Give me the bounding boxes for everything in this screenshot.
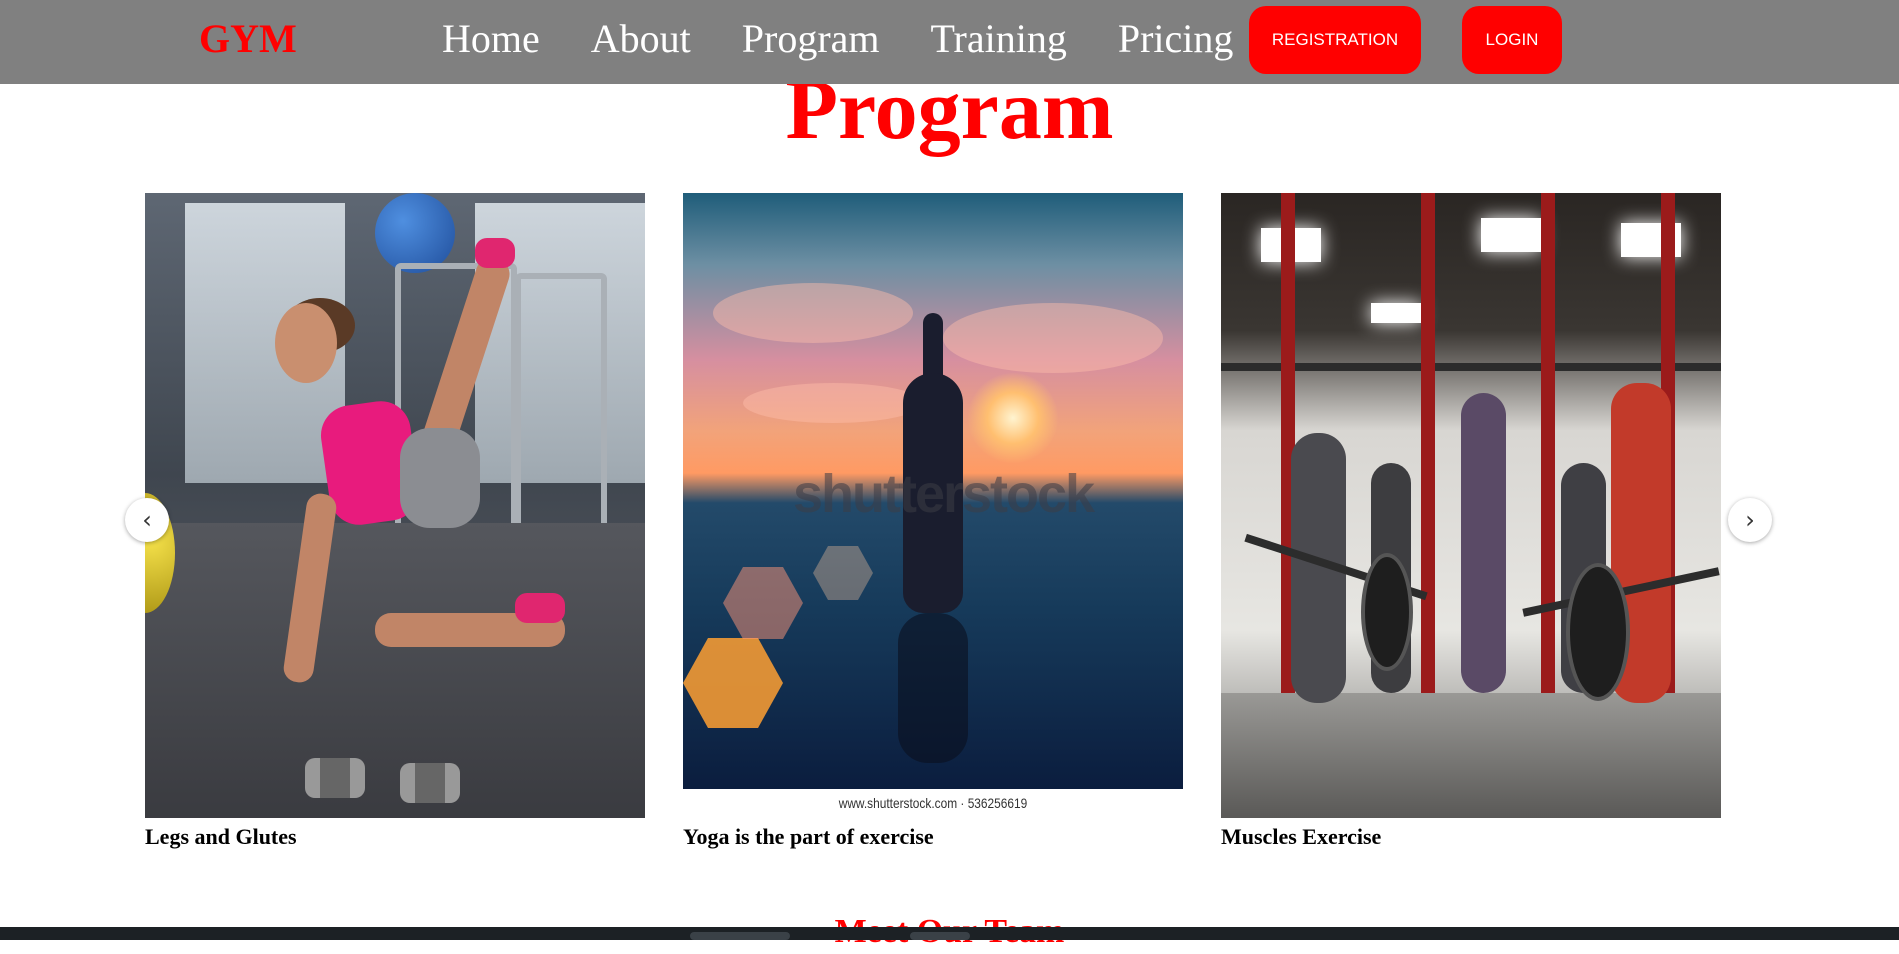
- bokeh-light: [723, 567, 803, 639]
- weight-plate: [1361, 553, 1413, 671]
- yoga-reflection: [898, 613, 968, 763]
- yoga-photo: shutterstock: [683, 193, 1183, 789]
- team-section-element: [690, 932, 790, 940]
- nav-about[interactable]: About: [591, 14, 691, 64]
- gym-machine: [515, 273, 607, 545]
- image-credit: www.shutterstock.com · 536256619: [838, 795, 1028, 811]
- nav-training[interactable]: Training: [931, 14, 1067, 64]
- dumbbell: [400, 763, 460, 803]
- card-caption: Muscles Exercise: [1221, 824, 1382, 849]
- head: [275, 303, 337, 383]
- carousel-next-button[interactable]: ›: [1728, 498, 1772, 542]
- ceiling-light: [1481, 218, 1541, 252]
- legs-glutes-image[interactable]: [145, 193, 645, 818]
- program-card-legs: Legs and Glutes: [145, 193, 645, 849]
- carousel-prev-button[interactable]: ‹: [125, 498, 169, 542]
- muscles-exercise-image[interactable]: [1221, 193, 1721, 818]
- team-section-element: [910, 932, 970, 940]
- nav-program[interactable]: Program: [742, 14, 880, 64]
- bokeh-light: [813, 546, 873, 600]
- gym-floor: [145, 523, 645, 818]
- grey-shorts: [400, 428, 480, 528]
- card-caption: Legs and Glutes: [145, 824, 297, 849]
- team-section: [0, 927, 1899, 940]
- shutterstock-watermark: shutterstock: [793, 464, 1095, 524]
- rig-pole: [1541, 193, 1555, 733]
- athlete: [1461, 393, 1506, 693]
- sun: [968, 373, 1058, 463]
- chevron-left-icon: ‹: [142, 506, 152, 534]
- cloud: [743, 383, 923, 423]
- registration-button[interactable]: REGISTRATION: [1249, 6, 1421, 74]
- rig-pole: [1421, 193, 1435, 723]
- weight-plate: [1566, 563, 1630, 701]
- ceiling-light: [1371, 303, 1421, 323]
- navbar: GYM Home About Program Training Pricing …: [0, 0, 1899, 84]
- dumbbell: [305, 758, 365, 798]
- yoga-image[interactable]: shutterstock www.shutterstock.com · 5362…: [683, 193, 1183, 818]
- bokeh-light: [683, 638, 783, 728]
- nav-pricing[interactable]: Pricing: [1118, 14, 1234, 64]
- cloud: [713, 283, 913, 343]
- rig-crossbar: [1221, 363, 1721, 371]
- nav-home[interactable]: Home: [442, 14, 540, 64]
- chevron-right-icon: ›: [1745, 506, 1755, 534]
- program-card-yoga: shutterstock www.shutterstock.com · 5362…: [683, 193, 1183, 849]
- gym-floor: [1221, 693, 1721, 818]
- program-card-muscles: Muscles Exercise: [1221, 193, 1721, 849]
- cloud: [943, 303, 1163, 373]
- exercise-ball-blue: [375, 193, 455, 273]
- shoe: [475, 238, 515, 268]
- card-caption: Yoga is the part of exercise: [683, 824, 934, 849]
- nav-links: Home About Program Training Pricing: [442, 14, 1284, 64]
- brand-logo[interactable]: GYM: [199, 14, 297, 64]
- shoe: [515, 593, 565, 623]
- login-button[interactable]: LOGIN: [1462, 6, 1562, 74]
